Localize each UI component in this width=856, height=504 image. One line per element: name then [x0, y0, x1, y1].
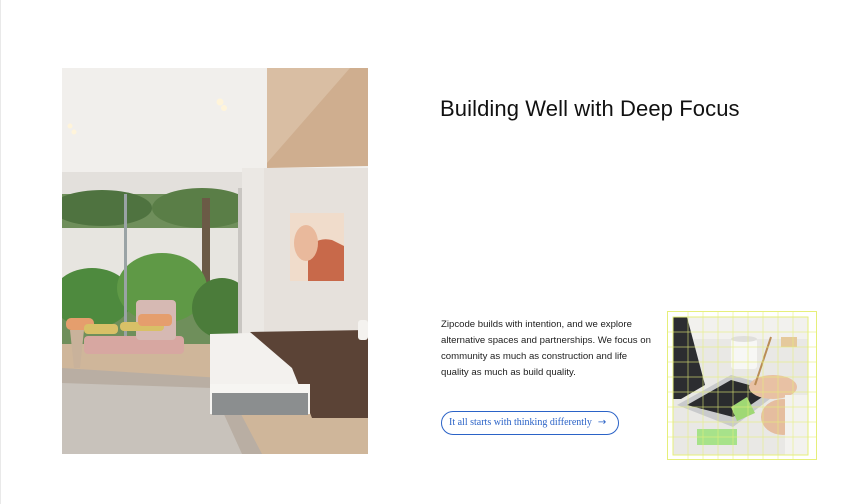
arrow-right-icon: →: [597, 417, 607, 428]
laptop-photo-card[interactable]: [667, 311, 817, 460]
section-body-text: Zipcode builds with intention, and we ex…: [441, 319, 651, 378]
laptop-photo: [673, 317, 808, 455]
cta-label: It all starts with thinking differently: [449, 417, 592, 428]
section-headline: Building Well with Deep Focus: [440, 96, 740, 121]
thinking-differently-link[interactable]: It all starts with thinking differently …: [441, 411, 620, 435]
bedroom-photo: [62, 68, 368, 454]
page-edge-line: [0, 0, 1, 504]
